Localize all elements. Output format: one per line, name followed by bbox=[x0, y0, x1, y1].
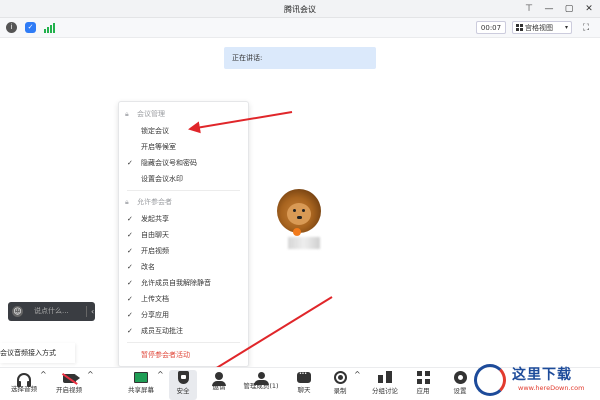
chevron-down-icon: ▾ bbox=[564, 24, 568, 31]
grid-view-icon bbox=[516, 24, 523, 31]
check-icon: ✓ bbox=[127, 311, 133, 319]
menu-divider bbox=[127, 190, 240, 191]
chat-icon bbox=[297, 371, 311, 383]
menu-item-allow-annotation[interactable]: ✓ 成员互动批注 bbox=[119, 324, 248, 338]
menu-item-lock-meeting[interactable]: 锁定会议 bbox=[119, 124, 248, 138]
fullscreen-icon[interactable]: ⛶ bbox=[580, 22, 592, 34]
headset-icon bbox=[17, 373, 31, 387]
lock-icon: 🔒︎ bbox=[125, 198, 129, 206]
menu-divider bbox=[127, 342, 240, 343]
toolbar-chat-button[interactable]: 聊天 bbox=[290, 370, 318, 400]
members-icon bbox=[253, 372, 269, 385]
close-icon[interactable]: ✕ bbox=[582, 2, 596, 16]
gear-icon bbox=[453, 371, 467, 384]
info-icon[interactable]: i bbox=[6, 22, 17, 33]
restore-icon[interactable]: ▢ bbox=[562, 2, 576, 16]
breakout-icon bbox=[378, 371, 392, 384]
lock-icon: 🔒︎ bbox=[125, 110, 129, 118]
mic-muted-badge bbox=[293, 228, 301, 236]
menu-item-allow-unmute[interactable]: ✓ 允许成员自我解除静音 bbox=[119, 276, 248, 290]
menu-item-pause-activity[interactable]: 暂停参会者活动 bbox=[119, 348, 248, 362]
meeting-timer: 00:07 bbox=[476, 21, 506, 34]
menu-item-allow-chat[interactable]: ✓ 自由聊天 bbox=[119, 228, 248, 242]
menu-item-watermark[interactable]: 设置会议水印 bbox=[119, 172, 248, 186]
check-icon: ✓ bbox=[127, 231, 133, 239]
apps-icon bbox=[416, 371, 430, 384]
menu-section-header-participants: 🔒︎ 允许参会者 bbox=[125, 196, 172, 209]
watermark-url: www.hereDown.com bbox=[518, 384, 585, 392]
minimize-icon[interactable]: — bbox=[542, 2, 556, 16]
menu-item-allow-rename[interactable]: ✓ 改名 bbox=[119, 260, 248, 274]
invite-icon bbox=[212, 372, 226, 386]
toolbar-members-button[interactable]: 管理成员(1) bbox=[240, 370, 282, 400]
check-icon: ✓ bbox=[127, 159, 133, 167]
watermark-text: 这里下载 bbox=[512, 367, 572, 383]
camera-off-icon bbox=[61, 372, 80, 385]
view-mode-label: 宫格视图 bbox=[525, 24, 553, 32]
toolbar-breakout-button[interactable]: 分组讨论 bbox=[368, 370, 402, 400]
check-icon: ✓ bbox=[127, 327, 133, 335]
watermark-logo-icon bbox=[474, 364, 506, 396]
chevron-up-icon[interactable]: ^ bbox=[87, 370, 94, 400]
toolbar-video-button[interactable]: 开启视频 bbox=[52, 370, 86, 400]
pin-icon[interactable]: ⊤ bbox=[522, 2, 536, 16]
check-icon: ✓ bbox=[127, 279, 133, 287]
menu-item-allow-upload[interactable]: ✓ 上传文档 bbox=[119, 292, 248, 306]
participant-name-blurred bbox=[288, 237, 320, 249]
speaking-indicator: 正在讲话: bbox=[224, 47, 376, 69]
view-mode-select[interactable]: 宫格视图 ▾ bbox=[512, 21, 572, 34]
menu-section-header-meeting: 🔒︎ 会议管理 bbox=[125, 108, 165, 121]
toolbar-invite-button[interactable]: 邀请 bbox=[205, 370, 233, 400]
toolbar-share-screen-button[interactable]: 共享屏幕 bbox=[124, 370, 158, 400]
check-icon: ✓ bbox=[127, 247, 133, 255]
divider bbox=[86, 306, 87, 317]
toolbar-audio-button[interactable]: 选择音频 bbox=[6, 370, 42, 400]
toolbar-security-button[interactable]: 安全 bbox=[169, 370, 197, 400]
check-icon: ✓ bbox=[127, 215, 133, 223]
chevron-up-icon[interactable]: ^ bbox=[40, 370, 47, 400]
window-title: 腾讯会议 bbox=[284, 5, 316, 14]
shield-icon bbox=[177, 371, 189, 384]
menu-item-allow-share[interactable]: ✓ 发起共享 bbox=[119, 212, 248, 226]
site-watermark: 这里下载 www.hereDown.com bbox=[470, 362, 600, 400]
menu-item-allow-video[interactable]: ✓ 开启视频 bbox=[119, 244, 248, 258]
chevron-left-icon[interactable]: ‹ bbox=[91, 302, 95, 321]
chevron-up-icon[interactable]: ^ bbox=[157, 370, 164, 400]
window-controls: ⊤ — ▢ ✕ bbox=[522, 2, 596, 16]
toolbar-apps-button[interactable]: 应用 bbox=[409, 370, 437, 400]
security-menu: 🔒︎ 会议管理 锁定会议 开启等候室 ✓ 隐藏会议号和密码 设置会议水印 🔒︎ 允许… bbox=[118, 101, 249, 367]
shield-icon[interactable]: ✓ bbox=[25, 22, 36, 33]
record-icon bbox=[333, 371, 347, 384]
chat-quick-input[interactable]: ☺ 说点什么... ‹ bbox=[8, 302, 95, 321]
menu-item-hide-meeting-id[interactable]: ✓ 隐藏会议号和密码 bbox=[119, 156, 248, 170]
participant-avatar[interactable] bbox=[277, 189, 321, 233]
share-screen-icon bbox=[134, 372, 148, 383]
title-bar: 腾讯会议 ⊤ — ▢ ✕ bbox=[0, 0, 600, 18]
chat-placeholder: 说点什么... bbox=[34, 307, 69, 315]
check-icon: ✓ bbox=[127, 295, 133, 303]
check-icon: ✓ bbox=[127, 263, 133, 271]
toolbar-record-button[interactable]: 录制 bbox=[326, 370, 354, 400]
audio-join-tooltip: 会议音频接入方式 bbox=[0, 343, 75, 363]
menu-item-waiting-room[interactable]: 开启等候室 bbox=[119, 140, 248, 154]
emoji-icon[interactable]: ☺ bbox=[12, 306, 23, 317]
menu-item-allow-share-app[interactable]: ✓ 分享应用 bbox=[119, 308, 248, 322]
signal-icon[interactable] bbox=[44, 22, 56, 33]
chevron-up-icon[interactable]: ^ bbox=[354, 370, 361, 400]
meeting-info-bar: i ✓ 00:07 宫格视图 ▾ ⛶ bbox=[0, 18, 600, 38]
status-icons: i ✓ bbox=[6, 22, 56, 33]
